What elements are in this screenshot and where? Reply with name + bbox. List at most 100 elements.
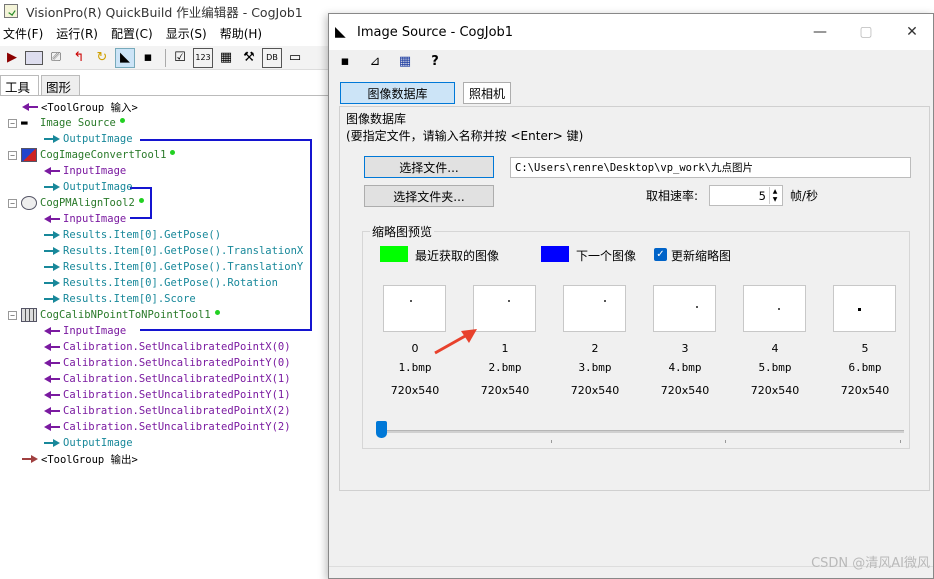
tree-item-input[interactable]: InputImage [44,323,126,339]
tree-item-output[interactable]: Results.Item[0].GetPose() [44,227,221,243]
update-thumbs-label: 更新缩略图 [671,249,732,263]
thumb-size: 720x540 [570,384,620,397]
tree-item-input[interactable]: Calibration.SetUncalibratedPointY(2) [44,419,291,435]
thumbnail-dot [508,300,510,302]
minimize-button[interactable]: — [797,14,843,50]
tab-image-database[interactable]: 图像数据库 [340,82,455,104]
main-window-title: VisionPro(R) QuickBuild 作业编辑器 - CogJob1 [26,4,303,20]
thumbnail-dot [604,300,606,302]
section-title: 图像数据库 [346,112,407,126]
collapse-icon[interactable]: − [8,150,17,160]
terminal-icon[interactable]: ▭ [285,48,305,68]
tree-item-input[interactable]: Calibration.SetUncalibratedPointX(0) [44,339,291,355]
calib-icon [21,308,37,322]
close-button[interactable]: ✕ [889,14,934,50]
status-dot [170,149,176,155]
rate-spinner[interactable]: ▲ ▼ [769,187,780,204]
loop-icon[interactable]: ↻ [92,48,112,68]
tree-item-input[interactable]: InputImage [44,211,126,227]
thumbnail-dot [858,308,861,311]
thumbnail-5[interactable] [833,285,896,332]
tool-tree: <ToolGroup 输入> − ▬ Image Source OutputImag… [0,95,330,579]
grid-icon[interactable]: ▦ [216,48,236,68]
checklist-icon[interactable]: ☑ [170,48,190,68]
thumbnail-0[interactable] [383,285,446,332]
tree-item-calib[interactable]: − CogCalibNPointToNPointTool1 [8,307,220,323]
thumb-filename: 1.bmp [398,361,432,374]
thumbnail-2[interactable] [563,285,626,332]
spin-up-icon[interactable]: ▲ [770,187,780,196]
tree-item-group-input[interactable]: <ToolGroup 输入> [22,99,138,115]
image-view-icon[interactable] [25,50,43,65]
tree-item-output[interactable]: Results.Item[0].GetPose().Rotation [44,275,278,291]
tree-item-input[interactable]: InputImage [44,163,126,179]
number-icon[interactable]: 123 [193,47,213,68]
watermark-text: CSDN @清风AI微风 [811,556,930,571]
select-folder-button[interactable]: 选择文件夹... [364,185,494,207]
spin-down-icon[interactable]: ▼ [770,196,780,205]
select-file-button[interactable]: 选择文件... [364,156,494,178]
tree-item-image-source[interactable]: − ▬ Image Source [8,115,125,131]
collapse-icon[interactable]: − [8,310,17,320]
dialog-title: Image Source - CogJob1 [357,24,514,40]
tree-item-image-convert[interactable]: − CogImageConvertTool1 [8,147,176,163]
thumbnail-dot [410,300,412,302]
tree-item-output[interactable]: OutputImage [44,435,133,451]
thumb-size: 720x540 [660,384,710,397]
grid-select-icon[interactable]: ▦ [395,51,415,71]
chart-icon[interactable]: ⊿ [365,51,385,71]
run-icon[interactable]: ▶ [2,48,22,68]
tree-item-input[interactable]: Calibration.SetUncalibratedPointY(1) [44,387,291,403]
tree-item-input[interactable]: Calibration.SetUncalibratedPointX(2) [44,403,291,419]
collapse-icon[interactable]: − [8,198,17,208]
tree-item-output[interactable]: Results.Item[0].GetPose().TranslationX [44,243,303,259]
menu-bar: 文件(F) 运行(R) 配置(C) 显示(S) 帮助(H) [0,25,272,43]
menu-help[interactable]: 帮助(H) [217,25,265,43]
db-icon[interactable]: DB [262,47,282,68]
next-color-swatch [541,246,569,262]
thumbnail-slider-track[interactable] [378,430,904,433]
record-icon[interactable]: ▪ [138,48,158,68]
camera-tool-icon: ▬ [21,116,37,130]
maximize-button[interactable]: ▢ [843,14,889,50]
menu-config[interactable]: 配置(C) [108,25,156,43]
thumbnail-1[interactable] [473,285,536,332]
rate-unit: 帧/秒 [790,189,819,203]
tab-tools[interactable]: 工具 [0,75,40,95]
tab-camera[interactable]: 照相机 [463,82,511,104]
thumbnail-dot [778,308,780,310]
tree-item-output[interactable]: Results.Item[0].Score [44,291,196,307]
thumb-filename: 5.bmp [758,361,792,374]
camera-icon[interactable]: ⎚ [46,48,66,68]
menu-file[interactable]: 文件(F) [0,25,46,43]
tree-item-output[interactable]: OutputImage [44,179,133,195]
thumb-size: 720x540 [390,384,440,397]
tree-item-output[interactable]: OutputImage [44,131,133,147]
tree-item-output[interactable]: Results.Item[0].GetPose().TranslationY [44,259,303,275]
help-icon[interactable]: ? [425,51,445,71]
tab-graphics[interactable]: 图形 [41,75,81,95]
record-icon[interactable]: ▪ [335,51,355,71]
tree-item-group-output[interactable]: <ToolGroup 输出> [22,451,138,467]
thumb-filename: 3.bmp [578,361,612,374]
status-dot [119,117,125,123]
acquire-icon: ◣ [335,24,346,40]
thumbnail-4[interactable] [743,285,806,332]
menu-view[interactable]: 显示(S) [163,25,210,43]
thumbnail-slider-thumb[interactable] [376,421,387,438]
update-thumbs-checkbox[interactable]: ✓ [654,248,667,261]
collapse-icon[interactable]: − [8,118,17,128]
tree-item-input[interactable]: Calibration.SetUncalibratedPointY(0) [44,355,291,371]
thumb-size: 720x540 [480,384,530,397]
tree-item-pmalign[interactable]: − CogPMAlignTool2 [8,195,144,211]
thumb-size: 720x540 [750,384,800,397]
acquire-icon[interactable]: ◣ [115,47,135,68]
reset-icon[interactable]: ↰ [69,48,89,68]
tools-icon[interactable]: ⚒ [239,48,259,68]
thumbnail-3[interactable] [653,285,716,332]
menu-run[interactable]: 运行(R) [53,25,101,43]
path-field[interactable]: C:\Users\renre\Desktop\vp_work\九点图片 [510,157,911,178]
tree-item-input[interactable]: Calibration.SetUncalibratedPointX(1) [44,371,291,387]
arrow-shaft [434,333,468,355]
main-tabs: 工具 图形 [0,75,82,95]
